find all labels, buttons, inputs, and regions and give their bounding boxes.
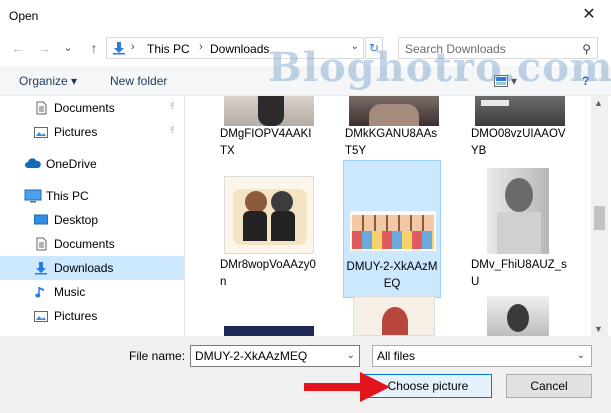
address-dropdown-icon[interactable]: ⌄: [351, 41, 359, 52]
recent-locations-button[interactable]: ⌄: [58, 38, 78, 58]
file-tile[interactable]: DMO08vzUIAAOVYB: [471, 96, 569, 160]
file-name: DMO08vzUIAAOVYB: [471, 128, 566, 157]
documents-icon: [36, 237, 47, 251]
sidebar-item-pictures[interactable]: Pictures: [0, 304, 184, 328]
file-thumbnail: [353, 296, 435, 336]
downloads-icon: [113, 42, 125, 55]
file-tile[interactable]: DMv_FhiU8AUZ_sU: [471, 168, 569, 296]
search-placeholder: Search Downloads: [405, 42, 506, 56]
window-title: Open: [9, 9, 39, 23]
search-box[interactable]: Search Downloads ⚲: [398, 37, 598, 59]
file-thumbnail: [350, 211, 436, 251]
navigation-pane: Documents ⫯ Pictures ⫯ OneDrive This PC …: [0, 96, 185, 336]
search-icon: ⚲: [582, 42, 591, 56]
file-thumbnail: [224, 326, 314, 336]
sidebar-item-downloads[interactable]: Downloads: [0, 256, 184, 280]
sidebar-item-label: OneDrive: [46, 157, 97, 171]
file-tile[interactable]: DMkKGANU8AAsT5Y: [345, 96, 443, 160]
pictures-icon: [34, 127, 48, 138]
sidebar-item-label: Pictures: [54, 125, 98, 139]
sidebar-item-pictures-pinned[interactable]: Pictures ⫯: [0, 120, 184, 144]
file-thumbnail: [349, 96, 439, 126]
file-type-select[interactable]: All files ⌄: [372, 345, 592, 367]
file-name: DMkKGANU8AAsT5Y: [345, 128, 438, 157]
help-icon[interactable]: ?: [582, 74, 589, 88]
file-tile[interactable]: [471, 296, 569, 336]
command-toolbar: Organize ▾ New folder ▾ ?: [0, 66, 611, 96]
file-type-value: All files: [377, 349, 416, 363]
file-name: DMv_FhiU8AUZ_sU: [471, 259, 567, 288]
breadcrumb-downloads[interactable]: Downloads: [210, 42, 269, 56]
sidebar-item-onedrive[interactable]: OneDrive: [0, 152, 184, 176]
sidebar-item-label: Music: [54, 285, 86, 299]
red-arrow-annotation-icon: [304, 372, 390, 402]
file-name-label: File name:: [129, 349, 186, 363]
scroll-up-icon[interactable]: ▲: [594, 98, 603, 108]
scroll-thumb[interactable]: [594, 206, 605, 230]
address-bar[interactable]: › This PC › Downloads ⌄: [106, 37, 364, 59]
cancel-button[interactable]: Cancel: [506, 374, 592, 398]
sidebar-item-label: Downloads: [54, 261, 114, 275]
file-name-input[interactable]: DMUY-2-XkAAzMEQ ⌄: [190, 345, 360, 367]
new-folder-button[interactable]: New folder: [110, 74, 167, 88]
this-pc-icon: [24, 189, 42, 203]
file-tile[interactable]: [345, 296, 443, 336]
sidebar-item-desktop[interactable]: Desktop: [0, 208, 184, 232]
pictures-icon: [34, 311, 48, 322]
sidebar-item-documents[interactable]: Documents: [0, 232, 184, 256]
file-tile[interactable]: DMUY-2-XkAAzMEQ: [343, 160, 441, 298]
back-button[interactable]: ←: [8, 38, 28, 58]
forward-button[interactable]: →: [34, 38, 54, 58]
file-name-dropdown-icon[interactable]: ⌄: [347, 350, 355, 361]
up-button[interactable]: ↑: [84, 38, 104, 58]
file-tile[interactable]: [220, 326, 318, 336]
file-name: DMgFIOPV4AAKITX: [220, 128, 312, 157]
file-list: DMgFIOPV4AAKITX DMkKGANU8AAsT5Y DMO08vzU…: [186, 96, 591, 336]
vertical-scrollbar[interactable]: ▲ ▼: [591, 96, 608, 336]
pin-icon: ⫯: [170, 101, 175, 112]
close-button[interactable]: ✕: [578, 5, 600, 25]
view-options-icon[interactable]: [494, 75, 508, 87]
sidebar-item-label: Documents: [54, 101, 115, 115]
music-icon: [35, 287, 44, 298]
pin-icon: ⫯: [170, 125, 175, 136]
sidebar-item-label: Pictures: [54, 309, 98, 323]
file-tile[interactable]: DMr8wopVoAAzy0n: [220, 168, 318, 296]
sidebar-item-label: Documents: [54, 237, 115, 251]
file-thumbnail: [224, 96, 314, 126]
sidebar-item-music[interactable]: Music: [0, 280, 184, 304]
sidebar-item-this-pc[interactable]: This PC: [0, 184, 184, 208]
onedrive-icon: [25, 158, 41, 168]
file-name: DMUY-2-XkAAzMEQ: [346, 261, 438, 290]
refresh-button[interactable]: ↻: [365, 37, 383, 59]
breadcrumb-separator: ›: [131, 41, 135, 53]
sidebar-item-documents-pinned[interactable]: Documents ⫯: [0, 96, 184, 120]
navigation-bar: ← → ⌄ ↑ › This PC › Downloads ⌄ ↻ Search…: [0, 34, 611, 62]
sidebar-item-label: Desktop: [54, 213, 99, 227]
desktop-icon: [34, 214, 48, 225]
sidebar-item-label: This PC: [46, 189, 89, 203]
file-thumbnail: [475, 96, 565, 126]
footer-panel: File name: DMUY-2-XkAAzMEQ ⌄ All files ⌄…: [0, 336, 611, 413]
downloads-icon: [35, 262, 47, 275]
file-thumbnail: [487, 296, 549, 336]
file-type-dropdown-icon: ⌄: [576, 350, 585, 361]
scroll-down-icon[interactable]: ▼: [594, 324, 603, 334]
breadcrumb-this-pc[interactable]: This PC: [147, 42, 190, 56]
file-name-value: DMUY-2-XkAAzMEQ: [195, 349, 308, 363]
organize-menu[interactable]: Organize ▾: [19, 74, 77, 88]
file-name: DMr8wopVoAAzy0n: [220, 259, 316, 288]
file-tile[interactable]: DMgFIOPV4AAKITX: [220, 96, 318, 160]
title-bar: Open ✕: [0, 0, 611, 32]
breadcrumb-separator: ›: [199, 41, 203, 53]
file-thumbnail: [224, 176, 314, 254]
file-thumbnail: [487, 168, 549, 254]
documents-icon: [36, 101, 47, 115]
view-dropdown-icon[interactable]: ▾: [511, 74, 517, 88]
